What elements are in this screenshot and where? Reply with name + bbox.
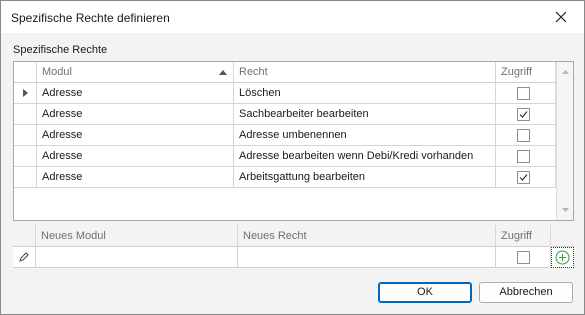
dialog-window: Spezifische Rechte definieren Spezifisch… (0, 0, 585, 315)
cell-zugriff (496, 125, 556, 145)
row-indicator (13, 247, 36, 268)
row-indicator (14, 83, 37, 103)
close-button[interactable] (538, 1, 584, 33)
neues-zugriff-checkbox[interactable] (517, 251, 530, 264)
new-entry-header: Neues Modul Neues Recht Zugriff (13, 225, 574, 247)
column-header-label: Recht (239, 66, 268, 78)
cell-recht[interactable]: Arbeitsgattung bearbeiten (234, 167, 496, 187)
column-header-neues-recht: Neues Recht (238, 225, 496, 247)
window-title: Spezifische Rechte definieren (11, 11, 170, 25)
neues-modul-value (36, 251, 41, 263)
scroll-up-button[interactable] (557, 64, 573, 80)
table-row[interactable]: Adresse Löschen (14, 83, 556, 104)
column-header-label: Modul (42, 66, 72, 78)
chevron-down-icon (561, 208, 569, 212)
title-bar: Spezifische Rechte definieren (1, 1, 584, 33)
column-header-label: Neues Modul (41, 230, 106, 242)
cancel-button[interactable]: Abbrechen (479, 282, 573, 303)
neues-modul-input[interactable] (36, 247, 238, 268)
close-icon (555, 11, 567, 23)
neues-recht-input[interactable] (238, 247, 496, 268)
cell-zugriff (496, 167, 556, 187)
cell-modul[interactable]: Adresse (37, 146, 234, 166)
pencil-icon (19, 252, 29, 262)
cell-zugriff (496, 146, 556, 166)
scroll-down-button[interactable] (557, 202, 573, 218)
cell-modul[interactable]: Adresse (37, 83, 234, 103)
section-label: Spezifische Rechte (13, 44, 108, 56)
ok-button[interactable]: OK (378, 282, 472, 303)
cell-recht[interactable]: Löschen (234, 83, 496, 103)
vertical-scrollbar[interactable] (556, 62, 573, 220)
checkmark-icon (519, 111, 528, 118)
cell-recht[interactable]: Adresse umbenennen (234, 125, 496, 145)
row-indicator (14, 125, 37, 145)
cell-zugriff (496, 104, 556, 124)
header-indicator-cell (14, 62, 37, 83)
header-indicator-cell (13, 225, 36, 247)
checkmark-icon (519, 174, 528, 181)
table-row[interactable]: Adresse Sachbearbeiter bearbeiten (14, 104, 556, 125)
zugriff-checkbox[interactable] (517, 150, 530, 163)
grid-header: Modul Recht Zugriff (14, 62, 556, 83)
table-row[interactable]: Adresse Adresse bearbeiten wenn Debi/Kred… (14, 146, 556, 167)
zugriff-checkbox[interactable] (517, 129, 530, 142)
new-entry-grid: Neues Modul Neues Recht Zugriff (13, 225, 574, 269)
column-header-modul[interactable]: Modul (37, 62, 234, 83)
column-header-recht[interactable]: Recht (234, 62, 496, 83)
cell-modul[interactable]: Adresse (37, 104, 234, 124)
row-indicator (14, 167, 37, 187)
cell-recht[interactable]: Sachbearbeiter bearbeiten (234, 104, 496, 124)
column-header-label: Zugriff (501, 230, 532, 242)
zugriff-checkbox[interactable] (517, 108, 530, 121)
add-entry-button[interactable] (551, 247, 574, 268)
table-row[interactable]: Adresse Arbeitsgattung bearbeiten (14, 167, 556, 188)
chevron-up-icon (561, 70, 569, 74)
sort-ascending-icon (219, 70, 227, 75)
column-header-label: Zugriff (501, 66, 532, 78)
current-row-arrow-icon (23, 89, 28, 97)
column-header-label: Neues Recht (243, 230, 307, 242)
cell-recht[interactable]: Adresse bearbeiten wenn Debi/Kredi vorha… (234, 146, 496, 166)
zugriff-checkbox[interactable] (517, 87, 530, 100)
neues-recht-value (238, 251, 243, 263)
rights-grid: Modul Recht Zugriff Adresse Löschen Adress… (13, 61, 574, 221)
table-row[interactable]: Adresse Adresse umbenennen (14, 125, 556, 146)
neues-zugriff-cell (496, 247, 551, 268)
cell-zugriff (496, 83, 556, 103)
row-indicator (14, 104, 37, 124)
column-header-zugriff[interactable]: Zugriff (496, 62, 556, 83)
zugriff-checkbox[interactable] (517, 171, 530, 184)
column-header-neues-modul: Neues Modul (36, 225, 238, 247)
row-indicator (14, 146, 37, 166)
cell-modul[interactable]: Adresse (37, 167, 234, 187)
cell-modul[interactable]: Adresse (37, 125, 234, 145)
column-header-zugriff: Zugriff (496, 225, 551, 247)
add-circle-icon (555, 250, 570, 265)
new-entry-row (13, 247, 574, 268)
